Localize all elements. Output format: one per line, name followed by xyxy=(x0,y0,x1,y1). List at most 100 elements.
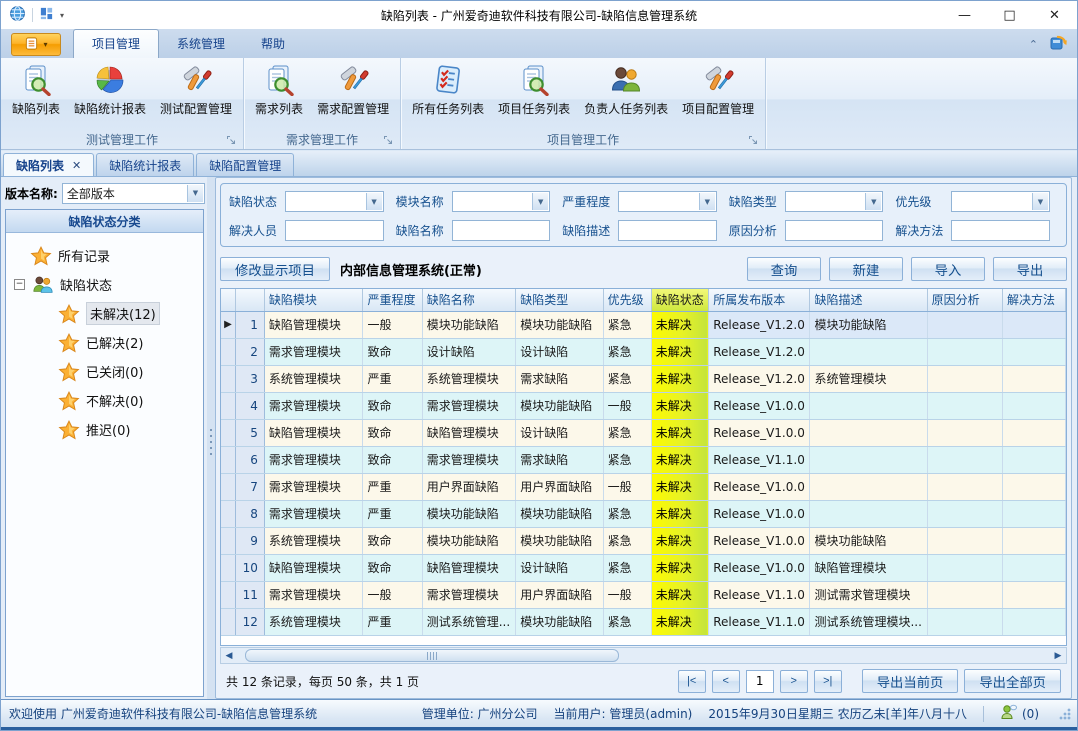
grid-cell-priority[interactable]: 紧急 xyxy=(603,446,651,473)
grid-cell-severity[interactable]: 致命 xyxy=(363,446,422,473)
version-select[interactable]: 全部版本 ▼ xyxy=(62,183,205,204)
grid-cell-priority[interactable]: 紧急 xyxy=(603,311,651,338)
query-button[interactable]: 查询 xyxy=(747,257,821,281)
grid-cell-solution[interactable] xyxy=(1003,473,1066,500)
grid-cell-module[interactable]: 需求管理模块 xyxy=(264,500,363,527)
dialog-launcher-icon[interactable] xyxy=(226,135,237,146)
first-page-button[interactable]: |< xyxy=(678,670,706,693)
grid-cell-version[interactable]: Release_V1.2.0 xyxy=(709,311,810,338)
grid-cell-desc[interactable] xyxy=(810,473,927,500)
expander-icon[interactable]: − xyxy=(14,279,25,290)
grid-column-header[interactable]: 缺陷名称 xyxy=(422,289,516,311)
close-tab-icon[interactable]: ✕ xyxy=(72,159,81,172)
new-button[interactable]: 新建 xyxy=(829,257,903,281)
grid-cell-solution[interactable] xyxy=(1003,365,1066,392)
tree-item-4[interactable]: 已解决(2) xyxy=(12,328,203,357)
grid-cell-solution[interactable] xyxy=(1003,554,1066,581)
message-indicator[interactable]: (0) xyxy=(1000,704,1039,723)
grid-cell-desc[interactable] xyxy=(810,338,927,365)
filter-dropdown[interactable]: ▼ xyxy=(618,191,717,212)
tree-item-1[interactable]: 所有记录 xyxy=(12,241,203,270)
grid-cell-version[interactable]: Release_V1.2.0 xyxy=(709,365,810,392)
grid-cell-analysis[interactable] xyxy=(927,581,1002,608)
grid-cell-name[interactable]: 模块功能缺陷 xyxy=(422,527,516,554)
grid-cell-status[interactable]: 未解决 xyxy=(651,338,708,365)
grid-cell-type[interactable]: 模块功能缺陷 xyxy=(516,392,603,419)
grid-cell-name[interactable]: 需求管理模块 xyxy=(422,446,516,473)
export-current-page-button[interactable]: 导出当前页 xyxy=(862,669,959,693)
grid-cell-analysis[interactable] xyxy=(927,473,1002,500)
grid-cell-status[interactable]: 未解决 xyxy=(651,365,708,392)
grid-cell-name[interactable]: 模块功能缺陷 xyxy=(422,500,516,527)
quick-access-dropdown-icon[interactable]: ▾ xyxy=(60,11,64,20)
grid-column-header[interactable]: 缺陷状态 xyxy=(651,289,708,311)
grid-row-7[interactable]: 7需求管理模块严重用户界面缺陷用户界面缺陷一般未解决Release_V1.0.0 xyxy=(221,473,1066,500)
grid-cell-priority[interactable]: 紧急 xyxy=(603,419,651,446)
dropdown-arrow-icon[interactable]: ▼ xyxy=(532,193,548,210)
grid-cell-severity[interactable]: 严重 xyxy=(363,608,422,635)
grid-column-header[interactable]: 解决方法 xyxy=(1003,289,1066,311)
grid-cell-module[interactable]: 需求管理模块 xyxy=(264,392,363,419)
grid-cell-analysis[interactable] xyxy=(927,500,1002,527)
grid-cell-analysis[interactable] xyxy=(927,527,1002,554)
grid-cell-priority[interactable]: 紧急 xyxy=(603,365,651,392)
grid-cell-type[interactable]: 需求缺陷 xyxy=(516,365,603,392)
grid-cell-analysis[interactable] xyxy=(927,311,1002,338)
ribbon-button[interactable]: 缺陷统计报表 xyxy=(67,61,153,130)
dropdown-arrow-icon[interactable]: ▼ xyxy=(1032,193,1048,210)
grid-row-8[interactable]: 8需求管理模块严重模块功能缺陷模块功能缺陷紧急未解决Release_V1.0.0 xyxy=(221,500,1066,527)
filter-dropdown[interactable]: ▼ xyxy=(785,191,884,212)
grid-column-header[interactable]: 严重程度 xyxy=(363,289,422,311)
grid-cell-priority[interactable]: 一般 xyxy=(603,581,651,608)
grid-cell-status[interactable]: 未解决 xyxy=(651,608,708,635)
dialog-launcher-icon[interactable] xyxy=(748,135,759,146)
grid-row-3[interactable]: 3系统管理模块严重系统管理模块需求缺陷紧急未解决Release_V1.2.0系统… xyxy=(221,365,1066,392)
grid-cell-severity[interactable]: 严重 xyxy=(363,473,422,500)
dropdown-arrow-icon[interactable]: ▼ xyxy=(699,193,715,210)
close-button[interactable]: ✕ xyxy=(1032,1,1077,29)
grid-cell-type[interactable]: 需求缺陷 xyxy=(516,446,603,473)
grid-row-10[interactable]: 10缺陷管理模块致命缺陷管理模块设计缺陷紧急未解决Release_V1.0.0缺… xyxy=(221,554,1066,581)
grid-cell-version[interactable]: Release_V1.1.0 xyxy=(709,608,810,635)
grid-cell-name[interactable]: 模块功能缺陷 xyxy=(422,311,516,338)
grid-cell-priority[interactable]: 一般 xyxy=(603,392,651,419)
grid-cell-module[interactable]: 需求管理模块 xyxy=(264,446,363,473)
document-tab-2[interactable]: 缺陷统计报表 xyxy=(96,153,194,176)
grid-cell-priority[interactable]: 紧急 xyxy=(603,338,651,365)
grid-cell-type[interactable]: 模块功能缺陷 xyxy=(516,527,603,554)
grid-cell-status[interactable]: 未解决 xyxy=(651,419,708,446)
version-dropdown-icon[interactable]: ▼ xyxy=(187,185,203,202)
grid-cell-name[interactable]: 设计缺陷 xyxy=(422,338,516,365)
grid-cell-solution[interactable] xyxy=(1003,527,1066,554)
grid-cell-analysis[interactable] xyxy=(927,446,1002,473)
grid-cell-desc[interactable]: 测试系统管理模块... xyxy=(810,608,927,635)
grid-row-1[interactable]: ▶1缺陷管理模块一般模块功能缺陷模块功能缺陷紧急未解决Release_V1.2.… xyxy=(221,311,1066,338)
grid-cell-type[interactable]: 设计缺陷 xyxy=(516,419,603,446)
document-tab-3[interactable]: 缺陷配置管理 xyxy=(196,153,294,176)
grid-cell-type[interactable]: 模块功能缺陷 xyxy=(516,311,603,338)
grid-cell-version[interactable]: Release_V1.0.0 xyxy=(709,473,810,500)
grid-cell-status[interactable]: 未解决 xyxy=(651,311,708,338)
grid-cell-module[interactable]: 缺陷管理模块 xyxy=(264,419,363,446)
tree-item-7[interactable]: 推迟(0) xyxy=(12,415,203,444)
grid-cell-solution[interactable] xyxy=(1003,608,1066,635)
dialog-launcher-icon[interactable] xyxy=(383,135,394,146)
grid-cell-solution[interactable] xyxy=(1003,311,1066,338)
grid-cell-solution[interactable] xyxy=(1003,500,1066,527)
grid-cell-priority[interactable]: 一般 xyxy=(603,473,651,500)
tree-item-3[interactable]: 未解决(12) xyxy=(12,299,203,328)
grid-cell-priority[interactable]: 紧急 xyxy=(603,608,651,635)
grid-column-header[interactable]: 缺陷模块 xyxy=(264,289,363,311)
grid-cell-analysis[interactable] xyxy=(927,365,1002,392)
grid-cell-analysis[interactable] xyxy=(927,608,1002,635)
filter-input[interactable] xyxy=(452,220,551,241)
grid-cell-name[interactable]: 需求管理模块 xyxy=(422,581,516,608)
grid-cell-status[interactable]: 未解决 xyxy=(651,527,708,554)
page-number-input[interactable] xyxy=(746,670,774,693)
grid-cell-severity[interactable]: 致命 xyxy=(363,392,422,419)
grid-cell-version[interactable]: Release_V1.1.0 xyxy=(709,581,810,608)
grid-cell-name[interactable]: 系统管理模块 xyxy=(422,365,516,392)
grid-cell-version[interactable]: Release_V1.0.0 xyxy=(709,392,810,419)
grid-cell-severity[interactable]: 致命 xyxy=(363,527,422,554)
grid-cell-type[interactable]: 模块功能缺陷 xyxy=(516,608,603,635)
